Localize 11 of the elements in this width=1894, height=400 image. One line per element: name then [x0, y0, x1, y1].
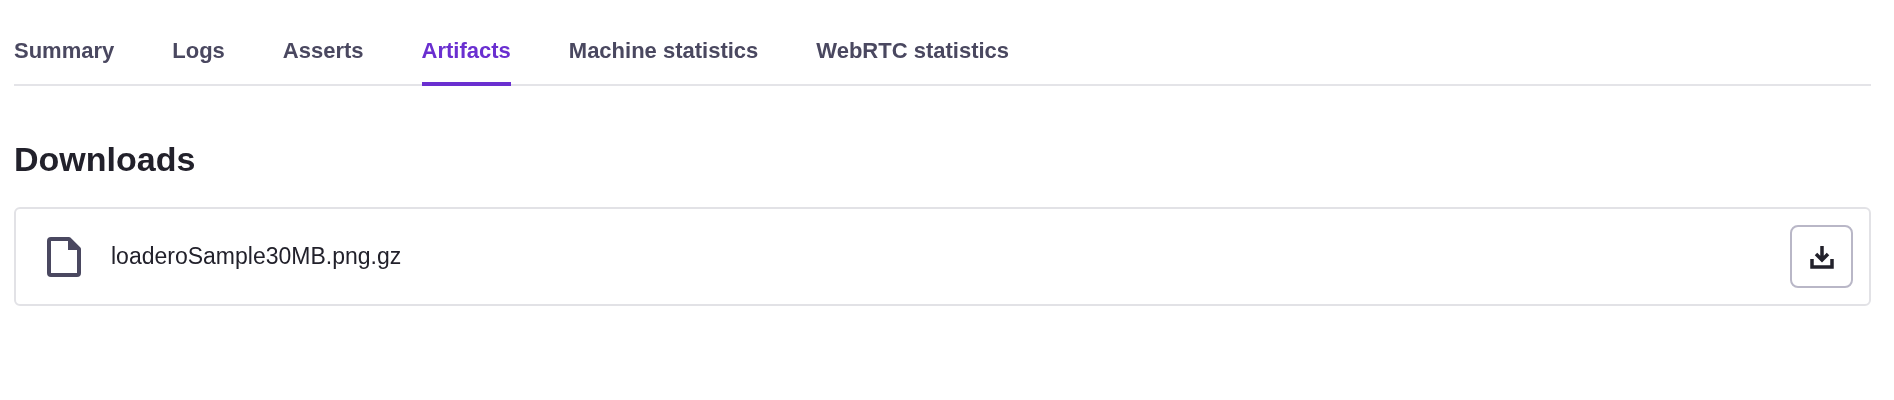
download-button[interactable] — [1790, 225, 1853, 288]
file-name: loaderoSample30MB.png.gz — [111, 243, 403, 270]
tab[interactable]: Artifacts — [421, 22, 511, 86]
file-icon — [47, 236, 81, 277]
tab[interactable]: Logs — [172, 22, 225, 86]
tab[interactable]: Machine statistics — [568, 22, 759, 86]
tab[interactable]: WebRTC statistics — [816, 22, 1010, 86]
download-icon — [1808, 243, 1835, 270]
tab[interactable]: Asserts — [282, 22, 364, 86]
section-heading: Downloads — [14, 140, 197, 179]
tab[interactable]: Summary — [14, 22, 115, 86]
